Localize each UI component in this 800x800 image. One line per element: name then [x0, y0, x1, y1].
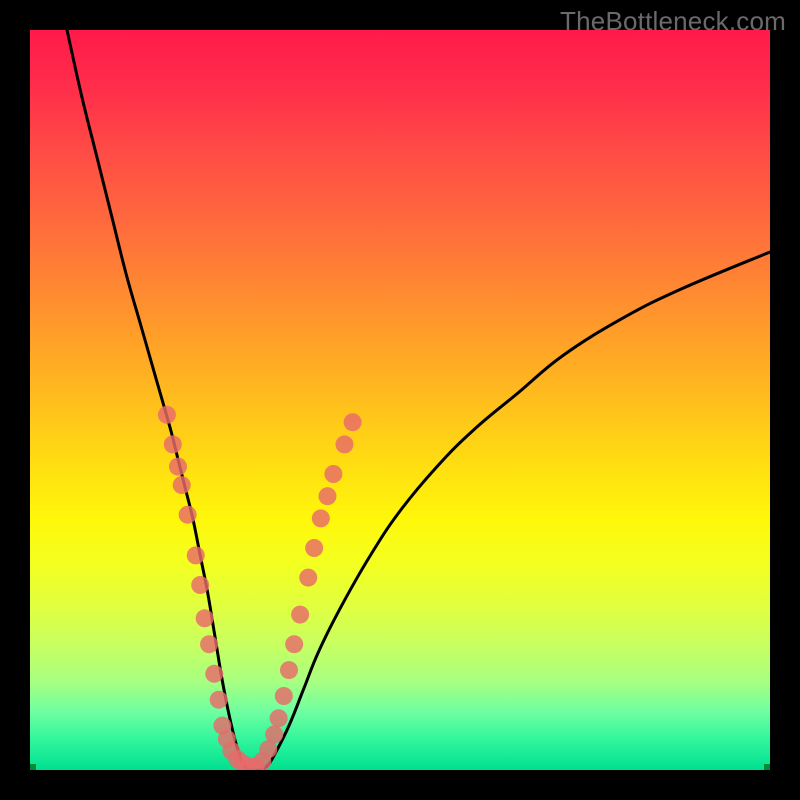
highlight-dot [299, 569, 317, 587]
highlight-dot [275, 687, 293, 705]
highlight-dot [291, 606, 309, 624]
plot-area [30, 30, 770, 770]
highlight-dot [305, 539, 323, 557]
highlight-dot [285, 635, 303, 653]
bottleneck-curve [67, 30, 770, 770]
highlight-dot [179, 506, 197, 524]
highlight-dot [336, 435, 354, 453]
highlight-dot [344, 413, 362, 431]
highlight-dot [270, 709, 288, 727]
highlight-dot [200, 635, 218, 653]
curve-layer [30, 30, 770, 770]
highlight-dot [312, 509, 330, 527]
highlight-dot [324, 465, 342, 483]
highlight-dot [191, 576, 209, 594]
highlight-dot [187, 546, 205, 564]
highlight-dots-group [158, 406, 362, 770]
highlight-dot [265, 725, 283, 743]
highlight-dot [318, 487, 336, 505]
highlight-dot [158, 406, 176, 424]
chart-frame: TheBottleneck.com [0, 0, 800, 800]
highlight-dot [280, 661, 298, 679]
highlight-dot [164, 435, 182, 453]
highlight-dot [169, 458, 187, 476]
highlight-dot [205, 665, 223, 683]
highlight-dot [196, 609, 214, 627]
highlight-dot [210, 691, 228, 709]
highlight-dot [173, 476, 191, 494]
